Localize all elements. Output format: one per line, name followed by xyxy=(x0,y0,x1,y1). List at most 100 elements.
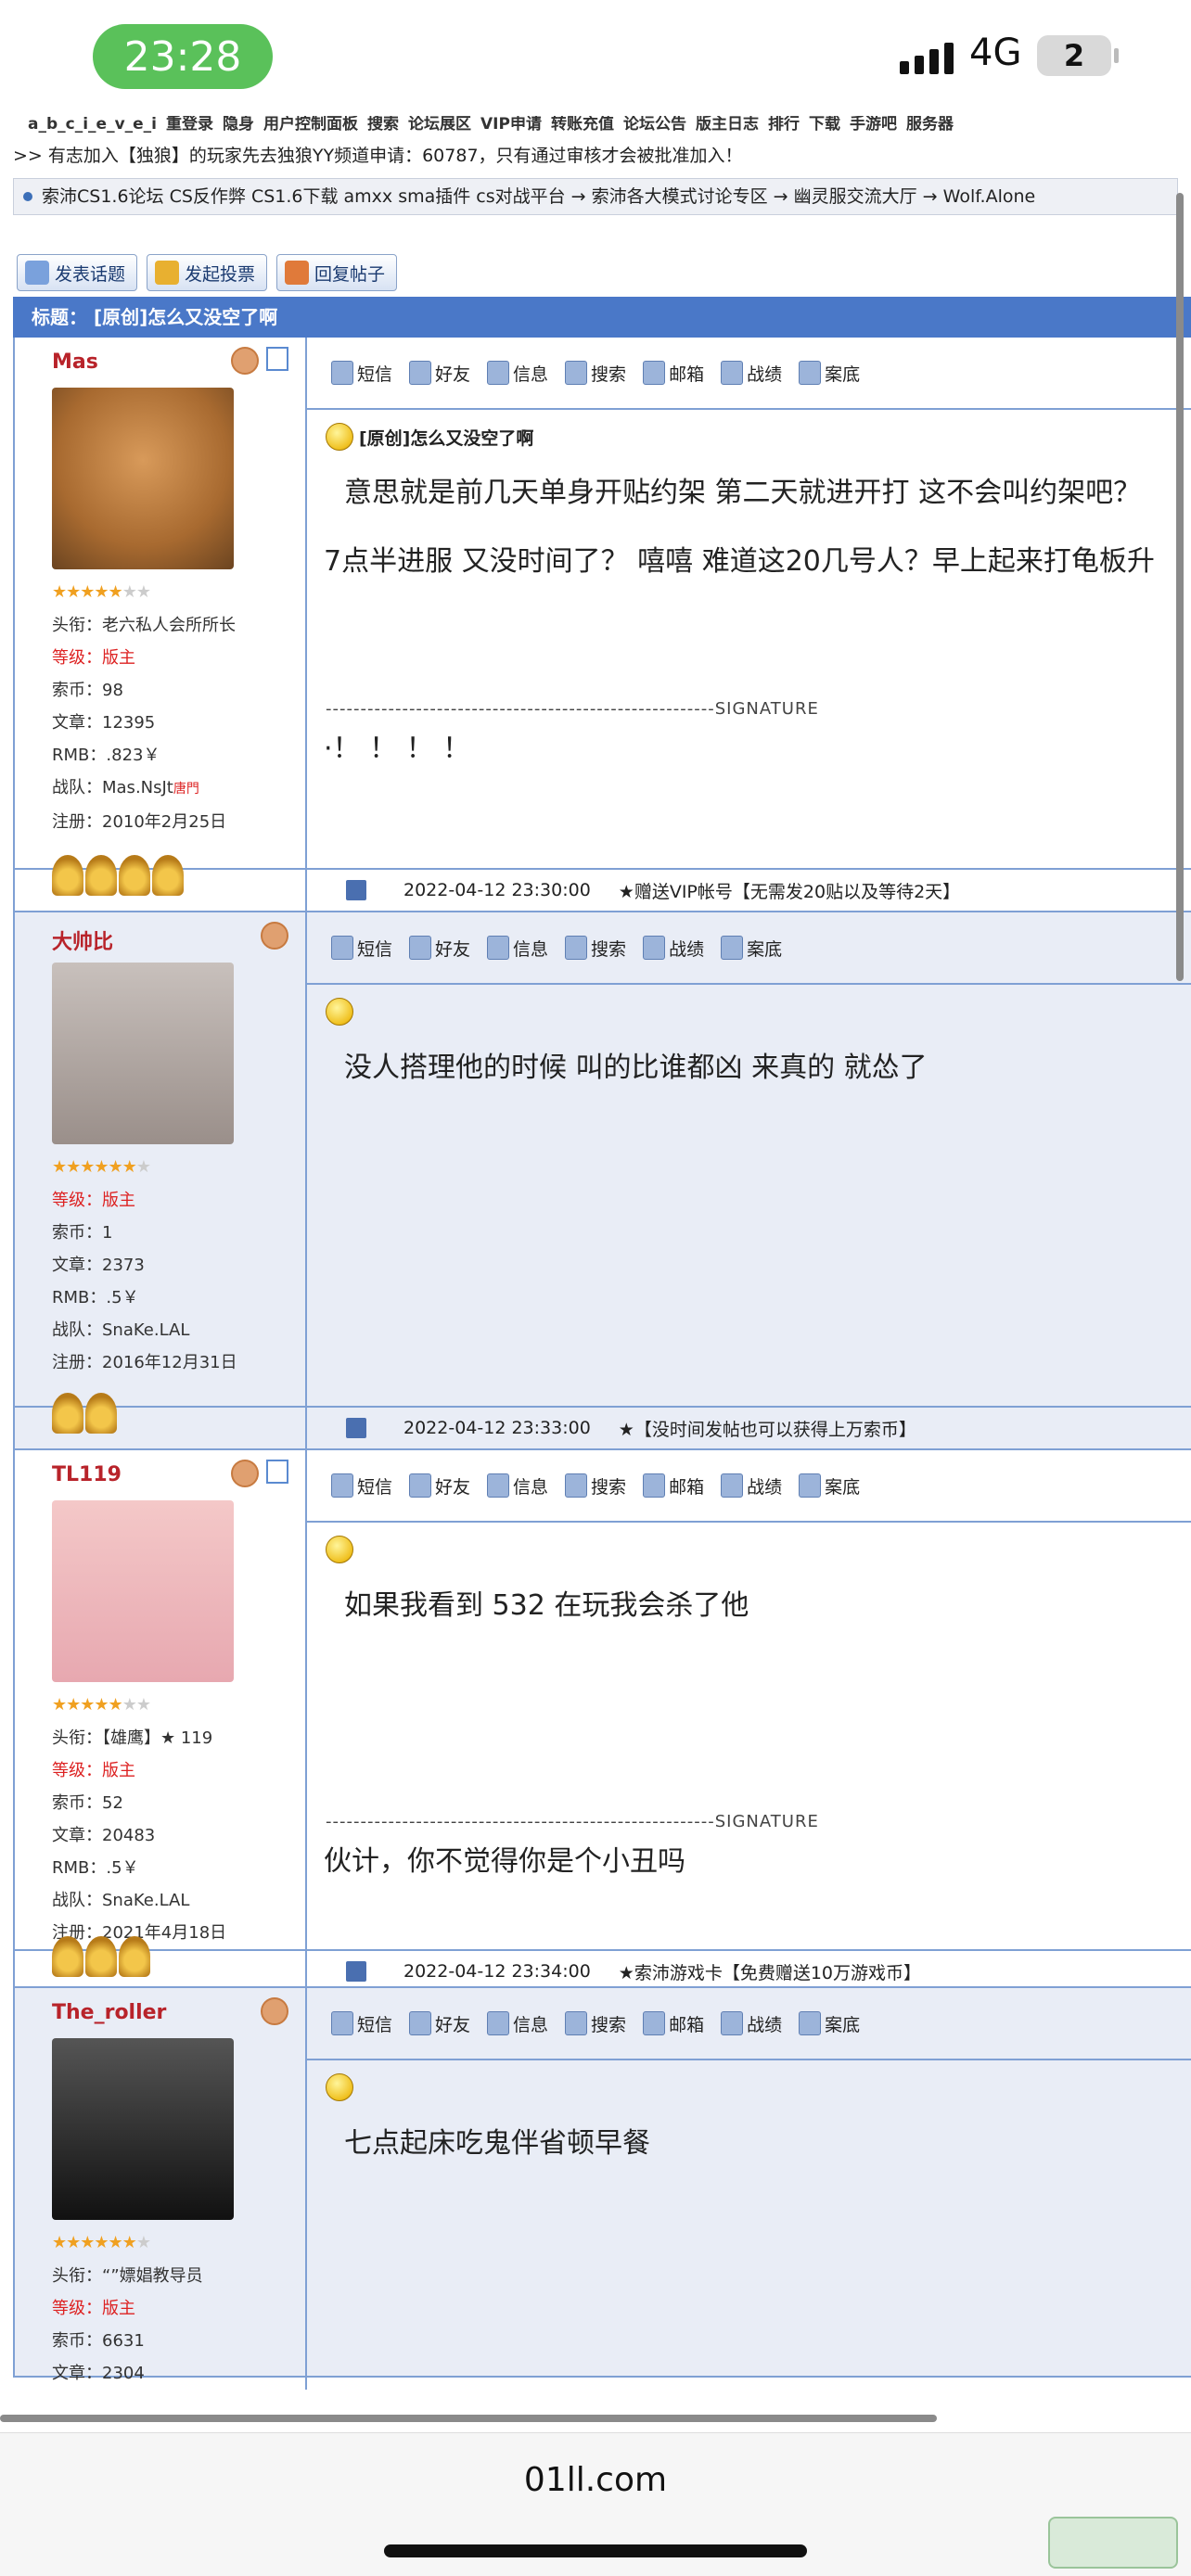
promo-link[interactable]: ★索沛游戏卡【免费赠送10万游戏币】 xyxy=(619,1959,921,1984)
tool-sms-button[interactable]: 短信 xyxy=(331,2011,392,2036)
top-menu-item[interactable]: 版主日志 xyxy=(696,116,759,134)
top-menu-item[interactable]: 用户控制面板 xyxy=(263,116,358,134)
user-title: 头衔：“”嫖娼教导员 xyxy=(52,2266,203,2286)
tool-mail-button[interactable]: 邮箱 xyxy=(643,1473,704,1498)
ip-icon[interactable] xyxy=(346,880,366,900)
tool-record-button[interactable]: 战绩 xyxy=(643,936,704,961)
gender-icon xyxy=(231,347,259,375)
tool-sms-button[interactable]: 短信 xyxy=(331,1473,392,1498)
avatar[interactable] xyxy=(52,1500,234,1682)
user-coins: 索币：98 xyxy=(52,681,123,700)
tool-info-button[interactable]: 信息 xyxy=(487,936,548,961)
user-articles: 文章：12395 xyxy=(52,713,156,733)
record-book-icon xyxy=(799,361,822,385)
horizontal-scrollbar[interactable] xyxy=(0,2415,937,2422)
breadcrumb[interactable]: 索沛CS1.6论坛 CS反作弊 CS1.6下载 amxx sma插件 cs对战平… xyxy=(13,178,1178,215)
post-footer: 2022-04-12 23:30:00 ★赠送VIP帐号【无需发20贴以及等待2天… xyxy=(307,868,1191,911)
reply-button[interactable]: 回复帖子 xyxy=(276,254,398,291)
ip-icon[interactable] xyxy=(346,1418,366,1438)
top-menu-item[interactable]: 下载 xyxy=(809,116,840,134)
medal-icon xyxy=(85,1393,117,1434)
tool-search-button[interactable]: 搜索 xyxy=(565,936,626,961)
user-level: 等级：版主 xyxy=(52,648,135,668)
tool-info-button[interactable]: 信息 xyxy=(487,1473,548,1498)
smiley-icon xyxy=(326,2073,353,2101)
tool-record-button[interactable]: 战绩 xyxy=(721,1473,782,1498)
top-menu-item[interactable]: 隐身 xyxy=(223,116,254,134)
medal-icon xyxy=(52,1393,83,1434)
user-badges xyxy=(231,1460,288,1487)
ip-icon[interactable] xyxy=(346,1961,366,1982)
watermark-logo xyxy=(1048,2517,1178,2569)
battery-icon: 2 xyxy=(1037,35,1119,76)
tool-info-button[interactable]: 信息 xyxy=(487,2011,548,2036)
new-poll-button[interactable]: 发起投票 xyxy=(147,254,268,291)
avatar[interactable] xyxy=(52,963,234,1144)
tool-friend-button[interactable]: 好友 xyxy=(409,2011,470,2036)
tool-search-button[interactable]: 搜索 xyxy=(565,361,626,386)
user-badges xyxy=(261,1997,288,2025)
promo-link[interactable]: ★【没时间发帖也可以获得上万索币】 xyxy=(619,1416,916,1441)
record-icon xyxy=(643,936,666,960)
promo-link[interactable]: ★赠送VIP帐号【无需发20贴以及等待2天】 xyxy=(619,878,960,903)
post-content: 短信 好友 信息 搜索 邮箱 战绩 案底 [原创]怎么又没空了啊 意思就是前几天单身开贴约架 第… xyxy=(307,338,1191,868)
tool-record-button[interactable]: 战绩 xyxy=(721,361,782,386)
tool-search-button[interactable]: 搜索 xyxy=(565,2011,626,2036)
tool-record-button[interactable]: 战绩 xyxy=(721,2011,782,2036)
tool-sms-button[interactable]: 短信 xyxy=(331,936,392,961)
user-rmb: RMB：.5￥ xyxy=(52,1858,139,1878)
tool-sms-button[interactable]: 短信 xyxy=(331,361,392,386)
post-date: 2022-04-12 23:34:00 xyxy=(403,1961,591,1982)
tool-bottom-button[interactable]: 案底 xyxy=(799,361,860,386)
top-menu-item[interactable]: 手游吧 xyxy=(850,116,897,134)
post-mood xyxy=(307,985,1191,1026)
post-mood xyxy=(307,1523,1191,1563)
tool-mail-button[interactable]: 邮箱 xyxy=(643,361,704,386)
friends-icon xyxy=(409,936,432,960)
tool-friend-button[interactable]: 好友 xyxy=(409,361,470,386)
signature: 伙计，你不觉得你是个小丑吗 xyxy=(324,1845,685,1878)
tool-friend-button[interactable]: 好友 xyxy=(409,1473,470,1498)
top-menu-item[interactable]: a_b_c_i_e_v_e_i xyxy=(28,116,157,134)
avatar[interactable] xyxy=(52,2038,234,2220)
home-indicator[interactable] xyxy=(384,2544,807,2557)
top-menu-item[interactable]: 排行 xyxy=(768,116,800,134)
top-menu-item[interactable]: 论坛公告 xyxy=(623,116,686,134)
top-menu-item[interactable]: 服务器 xyxy=(906,116,954,134)
online-icon xyxy=(266,1460,288,1484)
post-text: 没人搭理他的时候 叫的比谁都凶 来真的 就怂了 xyxy=(344,1052,928,1084)
avatar[interactable] xyxy=(52,388,234,569)
search-icon xyxy=(565,1473,588,1498)
user-info: 头衔：“”嫖娼教导员 等级：版主 索币：6631 文章：2304 xyxy=(52,2260,305,2390)
vertical-scrollbar[interactable] xyxy=(1176,193,1184,981)
signal-icon xyxy=(900,37,954,74)
tool-bottom-button[interactable]: 案底 xyxy=(799,2011,860,2036)
browser-bar: 01ll.com xyxy=(0,2432,1191,2576)
status-bar: 23:28 4G 2 xyxy=(0,0,1191,116)
top-menu-item[interactable]: 转账充值 xyxy=(551,116,614,134)
medals xyxy=(52,1393,117,1434)
top-menu-item[interactable]: 重登录 xyxy=(166,116,213,134)
user-level: 等级：版主 xyxy=(52,1191,135,1210)
top-menu-item[interactable]: 搜索 xyxy=(367,116,399,134)
new-topic-button[interactable]: 发表话题 xyxy=(17,254,138,291)
top-menu-item[interactable]: 论坛展区 xyxy=(408,116,471,134)
gender-icon xyxy=(231,1460,259,1487)
user-articles: 文章：20483 xyxy=(52,1826,156,1845)
new-topic-icon xyxy=(25,261,49,285)
user-reg: 注册：2016年12月31日 xyxy=(52,1353,237,1372)
smiley-icon xyxy=(326,423,353,451)
tool-search-button[interactable]: 搜索 xyxy=(565,1473,626,1498)
top-menu-item[interactable]: VIP申请 xyxy=(480,116,542,134)
address-bar[interactable]: 01ll.com xyxy=(0,2461,1191,2499)
post-toolbar: 短信 好友 信息 搜索 邮箱 战绩 案底 xyxy=(307,1988,1191,2060)
tool-info-button[interactable]: 信息 xyxy=(487,361,548,386)
user-info: 等级：版主 索币：1 文章：2373 RMB：.5￥ 战队：SnaKe.LAL 注册：20… xyxy=(52,1184,305,1379)
tool-bottom-button[interactable]: 案底 xyxy=(799,1473,860,1498)
signature-divider: ----------------------------------------… xyxy=(326,699,819,719)
tool-bottom-button[interactable]: 案底 xyxy=(721,936,782,961)
user-coins: 索币：52 xyxy=(52,1793,123,1813)
tool-friend-button[interactable]: 好友 xyxy=(409,936,470,961)
post-content: 短信 好友 信息 搜索 邮箱 战绩 案底 如果我看到 532 在玩我会杀了他 ---------… xyxy=(307,1450,1191,1949)
tool-mail-button[interactable]: 邮箱 xyxy=(643,2011,704,2036)
